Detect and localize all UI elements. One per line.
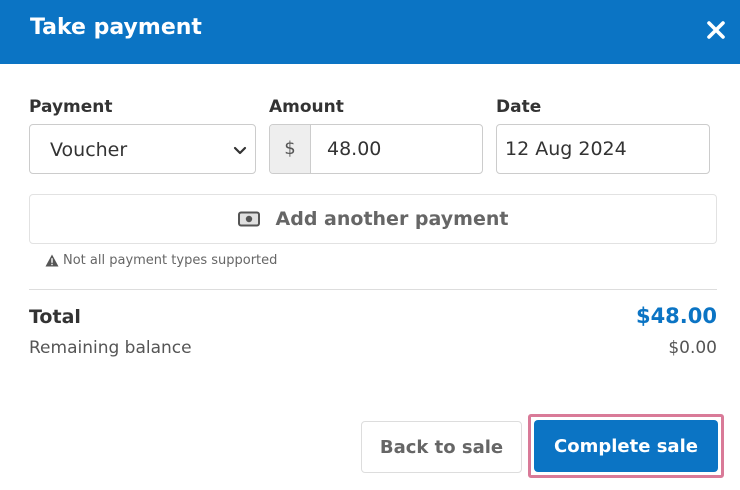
payment-warning: Not all payment types supported	[45, 251, 277, 269]
total-value: $48.00	[635, 304, 717, 328]
warning-text: Not all payment types supported	[63, 252, 278, 268]
payment-type-value: Voucher	[50, 139, 128, 161]
date-value: 12 Aug 2024	[505, 138, 627, 160]
remaining-balance-value: $0.00	[668, 338, 717, 358]
payment-type-select[interactable]: Voucher	[29, 124, 256, 174]
dialog-title: Take payment	[30, 15, 202, 40]
back-to-sale-button[interactable]: Back to sale	[361, 421, 522, 473]
add-payment-button[interactable]: Add another payment	[29, 194, 717, 244]
dialog-header: Take payment	[0, 0, 740, 64]
amount-value: 48.00	[327, 138, 382, 160]
close-button[interactable]	[704, 18, 728, 42]
remaining-balance-label: Remaining balance	[29, 338, 192, 358]
amount-label: Amount	[269, 97, 344, 117]
divider	[29, 289, 717, 290]
date-input[interactable]: 12 Aug 2024	[496, 124, 710, 174]
total-label: Total	[29, 306, 81, 328]
currency-addon: $	[270, 125, 311, 173]
close-icon	[707, 21, 725, 39]
cash-icon	[237, 211, 260, 227]
date-label: Date	[496, 97, 542, 117]
complete-sale-button[interactable]: Complete sale	[534, 420, 718, 472]
add-payment-label: Add another payment	[275, 208, 509, 230]
warning-icon	[45, 254, 59, 266]
amount-input[interactable]: $ 48.00	[269, 124, 483, 174]
chevron-down-icon	[233, 146, 247, 155]
payment-label: Payment	[29, 97, 113, 117]
